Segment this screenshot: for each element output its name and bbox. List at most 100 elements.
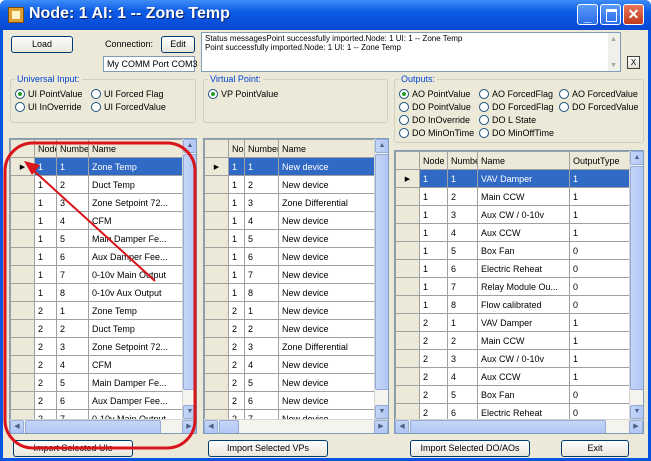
table-cell[interactable]: 2 (244, 175, 279, 194)
table-cell[interactable]: 1 (34, 193, 57, 212)
row-header[interactable] (10, 283, 35, 302)
table-cell[interactable]: 2 (419, 349, 448, 368)
row-header[interactable] (395, 223, 420, 242)
table-row[interactable]: 1 5 Box Fan 0 (395, 241, 632, 260)
row-header[interactable] (10, 319, 35, 338)
table-cell[interactable]: 7 (244, 265, 279, 284)
table-cell[interactable]: 1 (34, 247, 57, 266)
table-cell[interactable]: 8 (244, 283, 279, 302)
table-cell[interactable]: 2 (447, 331, 478, 350)
radio-do-minontime[interactable]: DO MinOnTime (399, 128, 474, 138)
comm-port-field[interactable]: My COMM Port COM3 (103, 56, 198, 72)
row-header[interactable] (395, 277, 420, 296)
table-row[interactable]: 2 5 Main Damper Fe... (10, 373, 185, 392)
row-header[interactable] (204, 265, 229, 284)
table-cell[interactable]: VAV Damper (477, 169, 570, 188)
table-cell[interactable]: Zone Differential (278, 193, 377, 212)
table-cell[interactable]: 1 (569, 169, 632, 188)
table-cell[interactable]: 1 (244, 157, 279, 176)
col-header-name[interactable]: Name (278, 139, 377, 158)
table-cell[interactable]: 4 (244, 211, 279, 230)
table-row[interactable]: 2 4 New device (204, 355, 377, 374)
row-header[interactable] (204, 247, 229, 266)
table-cell[interactable]: 1 (228, 283, 245, 302)
scroll-left-icon[interactable]: ◀ (395, 420, 409, 433)
row-header[interactable] (10, 247, 35, 266)
scroll-up-icon[interactable]: ▲ (375, 139, 388, 153)
current-row-icon[interactable]: ▶ (204, 157, 229, 176)
table-cell[interactable]: Duct Temp (88, 175, 185, 194)
table-cell[interactable]: Zone Setpoint 72... (88, 337, 185, 356)
table-cell[interactable]: New device (278, 265, 377, 284)
table-row[interactable]: 1 8 Flow calibrated 0 (395, 295, 632, 314)
table-cell[interactable]: 2 (34, 355, 57, 374)
radio-ui-pointvalue[interactable]: UI PointValue (15, 89, 82, 99)
table-cell[interactable]: 2 (419, 331, 448, 350)
table-cell[interactable]: 3 (244, 193, 279, 212)
table-cell[interactable]: 8 (447, 295, 478, 314)
table-cell[interactable]: 2 (228, 373, 245, 392)
row-header[interactable] (10, 373, 35, 392)
table-cell[interactable]: New device (278, 247, 377, 266)
table-cell[interactable]: 1 (569, 349, 632, 368)
table-cell[interactable]: Aux Damper Fee... (88, 391, 185, 410)
col-header-number[interactable]: Number (56, 139, 89, 158)
table-row[interactable]: 2 1 Zone Temp (10, 301, 185, 320)
table-row[interactable]: 1 3 Zone Differential (204, 193, 377, 212)
table-cell[interactable]: 2 (34, 373, 57, 392)
table-cell[interactable]: 6 (56, 391, 89, 410)
table-cell[interactable]: Main Damper Fe... (88, 229, 185, 248)
outputs-grid-vscrollbar[interactable]: ▲ ▼ (629, 151, 643, 419)
table-cell[interactable]: 0-10v Main Output (88, 265, 185, 284)
row-header[interactable] (10, 391, 35, 410)
table-cell[interactable]: 1 (34, 211, 57, 230)
table-cell[interactable]: 5 (56, 373, 89, 392)
radio-ao-pointvalue[interactable]: AO PointValue (399, 89, 470, 99)
row-header[interactable] (204, 211, 229, 230)
table-cell[interactable]: 6 (56, 247, 89, 266)
table-cell[interactable]: New device (278, 157, 377, 176)
table-row[interactable]: 2 2 Duct Temp (10, 319, 185, 338)
table-row[interactable]: 2 5 New device (204, 373, 377, 392)
table-cell[interactable]: 2 (34, 391, 57, 410)
scroll-down-icon[interactable]: ▼ (183, 405, 196, 419)
table-cell[interactable]: 1 (228, 265, 245, 284)
table-cell[interactable]: 0 (569, 277, 632, 296)
table-cell[interactable]: Main CCW (477, 187, 570, 206)
table-cell[interactable]: 1 (569, 223, 632, 242)
table-row[interactable]: 2 5 Box Fan 0 (395, 385, 632, 404)
table-cell[interactable]: 1 (569, 205, 632, 224)
table-cell[interactable]: 2 (56, 175, 89, 194)
maximize-button[interactable] (600, 4, 621, 25)
table-cell[interactable]: 1 (56, 301, 89, 320)
scroll-thumb[interactable] (183, 154, 196, 390)
table-cell[interactable]: 6 (244, 391, 279, 410)
import-vps-button[interactable]: Import Selected VPs (208, 440, 328, 457)
ui-grid-hscrollbar[interactable]: ◀ ▶ (10, 419, 196, 433)
table-row[interactable]: 2 3 Aux CW / 0-10v 1 (395, 349, 632, 368)
row-header[interactable] (204, 283, 229, 302)
table-cell[interactable]: 2 (419, 367, 448, 386)
col-header-node[interactable]: Node (419, 151, 448, 170)
table-cell[interactable]: Zone Differential (278, 337, 377, 356)
table-cell[interactable]: 2 (419, 313, 448, 332)
table-cell[interactable]: Aux CCW (477, 367, 570, 386)
table-row[interactable]: 1 6 Electric Reheat 0 (395, 259, 632, 278)
table-cell[interactable]: Zone Temp (88, 157, 185, 176)
scroll-down-icon[interactable]: ▼ (630, 405, 643, 419)
table-row[interactable]: 2 2 New device (204, 319, 377, 338)
radio-vp-pointvalue[interactable]: VP PointValue (208, 89, 278, 99)
col-header-name[interactable]: Name (88, 139, 185, 158)
table-row[interactable]: 1 6 New device (204, 247, 377, 266)
table-cell[interactable]: 5 (447, 241, 478, 260)
table-cell[interactable]: 4 (447, 223, 478, 242)
col-header-number[interactable]: Number (244, 139, 279, 158)
table-row[interactable]: 1 2 New device (204, 175, 377, 194)
scroll-thumb[interactable] (25, 420, 161, 433)
table-cell[interactable]: 1 (569, 313, 632, 332)
row-header[interactable] (204, 373, 229, 392)
table-cell[interactable]: 2 (228, 319, 245, 338)
table-cell[interactable]: 4 (447, 367, 478, 386)
outputs-grid[interactable]: Node Number Name OutputType ▶11VAV Dampe… (394, 150, 644, 434)
scroll-right-icon[interactable]: ▶ (374, 420, 388, 433)
